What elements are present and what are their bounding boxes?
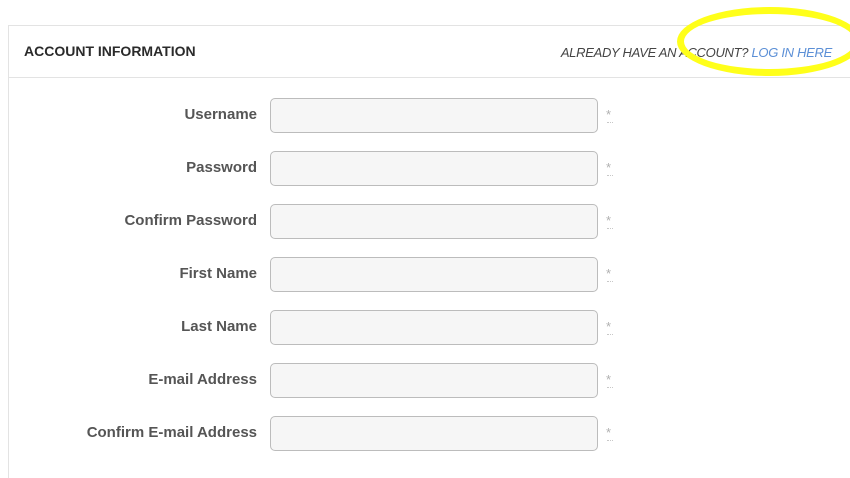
password-label: Password xyxy=(186,159,257,176)
form-row-password: Password * xyxy=(0,151,850,187)
required-star-icon: * xyxy=(606,319,612,334)
login-prompt-text: ALREADY HAVE AN ACCOUNT? xyxy=(560,45,749,60)
username-label: Username xyxy=(184,106,257,123)
required-star-icon: * xyxy=(606,107,612,122)
required-star-icon: * xyxy=(606,425,612,440)
login-link[interactable]: LOG IN HERE xyxy=(752,45,833,60)
last-name-input[interactable] xyxy=(270,310,598,345)
confirm-email-label: Confirm E-mail Address xyxy=(86,424,257,441)
form-row-email: E-mail Address * xyxy=(0,363,850,399)
login-prompt: ALREADY HAVE AN ACCOUNT? LOG IN HERE xyxy=(561,45,832,60)
required-star-icon: * xyxy=(606,266,612,281)
required-star-icon: * xyxy=(606,372,612,387)
required-star-icon: * xyxy=(606,160,612,175)
required-dots xyxy=(607,334,613,336)
required-dots xyxy=(607,175,613,177)
required-star-icon: * xyxy=(606,213,612,228)
confirm-password-input[interactable] xyxy=(270,204,598,239)
confirm-password-label: Confirm Password xyxy=(124,212,257,229)
form-row-last-name: Last Name * xyxy=(0,310,850,346)
registration-page: ACCOUNT INFORMATION ALREADY HAVE AN ACCO… xyxy=(0,0,850,478)
email-input[interactable] xyxy=(270,363,598,398)
last-name-label: Last Name xyxy=(181,318,257,335)
account-information-panel: ACCOUNT INFORMATION ALREADY HAVE AN ACCO… xyxy=(8,25,850,478)
first-name-input[interactable] xyxy=(270,257,598,292)
panel-header: ACCOUNT INFORMATION ALREADY HAVE AN ACCO… xyxy=(9,26,850,78)
panel-title: ACCOUNT INFORMATION xyxy=(24,43,196,59)
required-dots xyxy=(607,281,613,283)
required-dots xyxy=(607,387,613,389)
required-dots xyxy=(607,122,613,124)
form-row-confirm-email: Confirm E-mail Address * xyxy=(0,416,850,452)
email-label: E-mail Address xyxy=(148,371,257,388)
first-name-label: First Name xyxy=(179,265,257,282)
form-row-confirm-password: Confirm Password * xyxy=(0,204,850,240)
required-dots xyxy=(607,440,613,442)
confirm-email-input[interactable] xyxy=(270,416,598,451)
required-dots xyxy=(607,228,613,230)
form-row-username: Username * xyxy=(0,98,850,134)
username-input[interactable] xyxy=(270,98,598,133)
form-row-first-name: First Name * xyxy=(0,257,850,293)
password-input[interactable] xyxy=(270,151,598,186)
